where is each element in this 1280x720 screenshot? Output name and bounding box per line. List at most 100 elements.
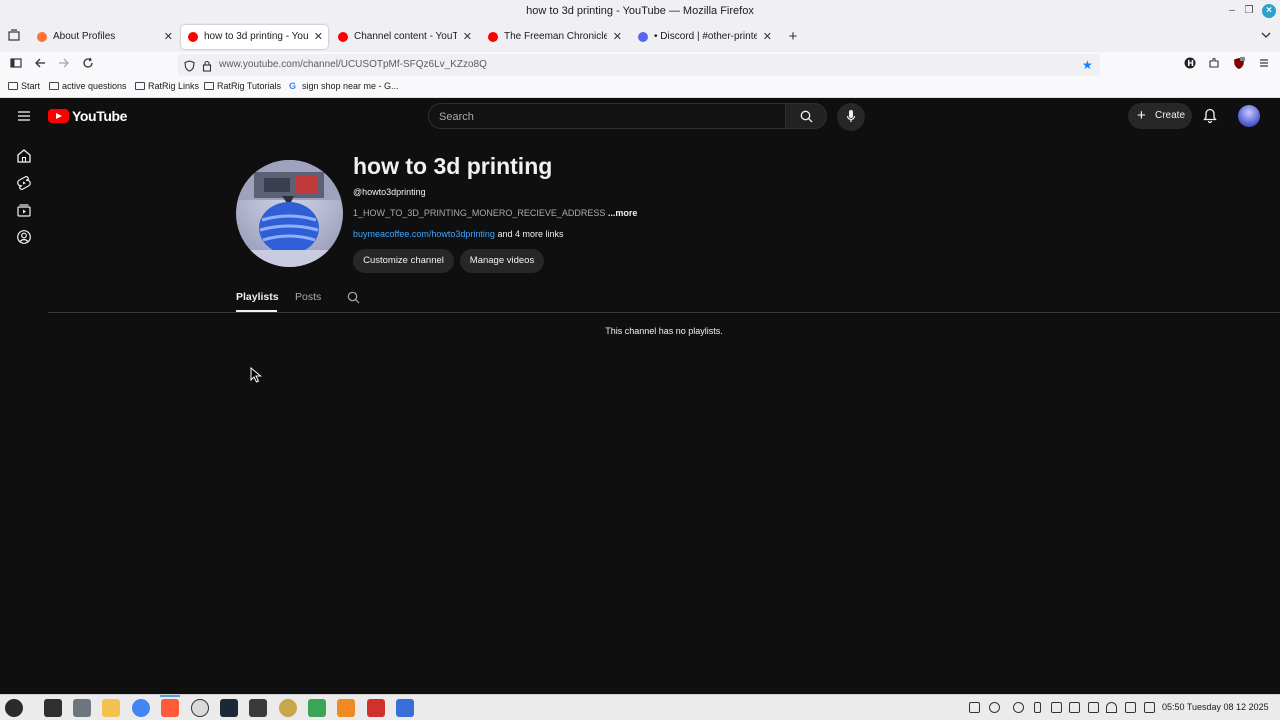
youtube-icon bbox=[338, 32, 348, 42]
extension-h-icon[interactable]: H bbox=[1182, 57, 1198, 73]
manage-videos-button[interactable]: Manage videos bbox=[460, 249, 544, 273]
bookmark-start[interactable]: Start bbox=[8, 81, 40, 91]
window-close-icon[interactable]: × bbox=[1262, 4, 1276, 18]
update-tray-icon[interactable] bbox=[1013, 702, 1024, 713]
back-icon[interactable] bbox=[32, 57, 48, 73]
youtube-page: YouTube Search + Create how to 3d printi… bbox=[0, 98, 1280, 694]
bookmark-ratrig-links[interactable]: RatRig Links bbox=[135, 81, 199, 91]
search-icon bbox=[800, 110, 813, 128]
os-taskbar: 05:50 Tuesday 08 12 2025 bbox=[0, 694, 1280, 720]
channel-handle: @howto3dprinting bbox=[353, 187, 426, 197]
you-profile-icon[interactable] bbox=[16, 229, 32, 245]
sound-tray-icon[interactable] bbox=[1125, 702, 1136, 713]
microphone-icon bbox=[846, 109, 856, 129]
folder-icon bbox=[49, 82, 59, 90]
shorts-icon[interactable] bbox=[16, 175, 32, 191]
disk-manager-icon[interactable] bbox=[73, 699, 91, 717]
channel-title: how to 3d printing bbox=[353, 153, 553, 179]
notifications-bell-icon[interactable] bbox=[1203, 108, 1217, 129]
active-app-indicator bbox=[160, 695, 180, 697]
extensions-puzzle-icon[interactable] bbox=[1206, 57, 1222, 73]
terminal-icon[interactable] bbox=[44, 699, 62, 717]
page-icon bbox=[8, 82, 18, 90]
gear-tray-icon[interactable] bbox=[1069, 702, 1080, 713]
tab-close-icon[interactable]: ✕ bbox=[463, 25, 472, 49]
clipboard-tray-icon[interactable] bbox=[1088, 702, 1099, 713]
blender-icon[interactable] bbox=[191, 699, 209, 717]
tab-how-to-3d-printing[interactable]: how to 3d printing - YouTub ✕ bbox=[181, 25, 328, 49]
usb-tray-icon[interactable] bbox=[1034, 702, 1041, 713]
search-button[interactable] bbox=[786, 103, 827, 129]
tab-discord[interactable]: • Discord | #other-printers | R ✕ bbox=[631, 25, 777, 49]
tab-playlists[interactable]: Playlists bbox=[236, 291, 279, 303]
subscriptions-icon[interactable] bbox=[16, 202, 32, 218]
guide-menu-icon[interactable] bbox=[17, 109, 31, 128]
tab-strip: About Profiles ✕ how to 3d printing - Yo… bbox=[0, 22, 1280, 52]
navigation-bar: www.youtube.com/channel/UCUSOTpMf-SFQz6L… bbox=[0, 52, 1280, 78]
new-tab-button[interactable]: + bbox=[785, 29, 801, 45]
channel-description[interactable]: 1_HOW_TO_3D_PRINTING_MONERO_RECIEVE_ADDR… bbox=[353, 208, 637, 218]
channel-avatar[interactable] bbox=[236, 160, 343, 267]
tab-posts[interactable]: Posts bbox=[295, 291, 321, 303]
chat-app-icon[interactable] bbox=[396, 699, 414, 717]
chrome-icon[interactable] bbox=[132, 699, 150, 717]
tab-channel-content[interactable]: Channel content - YouTube ✕ bbox=[331, 25, 477, 49]
sidebar-toggle-icon[interactable] bbox=[8, 57, 24, 73]
url-text[interactable]: www.youtube.com/channel/UCUSOTpMf-SFQz6L… bbox=[219, 59, 487, 70]
home-icon[interactable] bbox=[16, 148, 32, 164]
bookmark-active-questions[interactable]: active questions bbox=[49, 81, 127, 91]
search-input[interactable]: Search bbox=[428, 103, 786, 129]
window-title: how to 3d printing - YouTube — Mozilla F… bbox=[526, 5, 754, 17]
menu-hamburger-icon[interactable] bbox=[1256, 57, 1272, 73]
firefox-taskbar-icon[interactable] bbox=[161, 699, 179, 717]
reload-icon[interactable] bbox=[80, 57, 96, 73]
tab-close-icon[interactable]: ✕ bbox=[164, 25, 173, 49]
description-more-link[interactable]: ...more bbox=[608, 208, 638, 218]
more-links-link[interactable]: and 4 more links bbox=[497, 229, 563, 239]
text-editor-icon[interactable] bbox=[308, 699, 326, 717]
file-manager-icon[interactable] bbox=[102, 699, 120, 717]
tab-about-profiles[interactable]: About Profiles ✕ bbox=[30, 25, 178, 49]
start-menu-icon[interactable] bbox=[5, 699, 23, 717]
tabs-divider bbox=[48, 312, 1280, 313]
trash-tray-icon[interactable] bbox=[969, 702, 980, 713]
lock-icon[interactable] bbox=[202, 59, 212, 77]
forward-icon[interactable] bbox=[56, 57, 72, 73]
customize-channel-button[interactable]: Customize channel bbox=[353, 249, 454, 273]
mouse-cursor-icon bbox=[250, 366, 262, 388]
url-bar[interactable]: www.youtube.com/channel/UCUSOTpMf-SFQz6L… bbox=[178, 54, 1100, 76]
tab-freeman-chronicles[interactable]: The Freeman Chronicles (ft. ✕ bbox=[481, 25, 627, 49]
maximize-icon[interactable]: ❐ bbox=[1242, 4, 1256, 18]
youtube-icon bbox=[188, 32, 198, 42]
bookmark-star-icon[interactable]: ★ bbox=[1082, 58, 1093, 72]
wifi-tray-icon[interactable] bbox=[1106, 702, 1117, 713]
keyboard-tray-icon[interactable] bbox=[1051, 702, 1062, 713]
battery-tray-icon[interactable] bbox=[1144, 702, 1155, 713]
plus-icon: + bbox=[1137, 107, 1146, 124]
bookmark-sign-shop[interactable]: G sign shop near me - G... bbox=[289, 81, 399, 91]
folder-icon bbox=[135, 82, 145, 90]
svg-text:H: H bbox=[1187, 59, 1194, 68]
ublock-icon[interactable] bbox=[1231, 57, 1247, 73]
buymeacoffee-link[interactable]: buymeacoffee.com/howto3dprinting bbox=[353, 229, 495, 239]
settings-gear-icon[interactable] bbox=[279, 699, 297, 717]
tab-close-icon[interactable]: ✕ bbox=[613, 25, 622, 49]
tab-close-icon[interactable]: ✕ bbox=[314, 25, 323, 49]
minimize-icon[interactable]: – bbox=[1225, 4, 1239, 18]
voice-search-button[interactable] bbox=[837, 103, 865, 131]
bookmark-ratrig-tutorials[interactable]: RatRig Tutorials bbox=[204, 81, 281, 91]
video-editor-icon[interactable] bbox=[249, 699, 267, 717]
media-app-icon[interactable] bbox=[367, 699, 385, 717]
taskbar-clock[interactable]: 05:50 Tuesday 08 12 2025 bbox=[1162, 702, 1269, 712]
steam-icon[interactable] bbox=[220, 699, 238, 717]
empty-playlists-message: This channel has no playlists. bbox=[605, 326, 723, 336]
channel-search-icon[interactable] bbox=[347, 291, 360, 309]
vpn-tray-icon[interactable] bbox=[989, 702, 1000, 713]
chevron-down-icon[interactable] bbox=[1258, 29, 1274, 45]
tab-list-icon[interactable] bbox=[6, 29, 22, 45]
create-button[interactable]: + Create bbox=[1128, 103, 1192, 129]
tracking-shield-icon[interactable] bbox=[184, 59, 195, 77]
tab-close-icon[interactable]: ✕ bbox=[763, 25, 772, 49]
vlc-icon[interactable] bbox=[337, 699, 355, 717]
account-avatar[interactable] bbox=[1238, 105, 1260, 127]
